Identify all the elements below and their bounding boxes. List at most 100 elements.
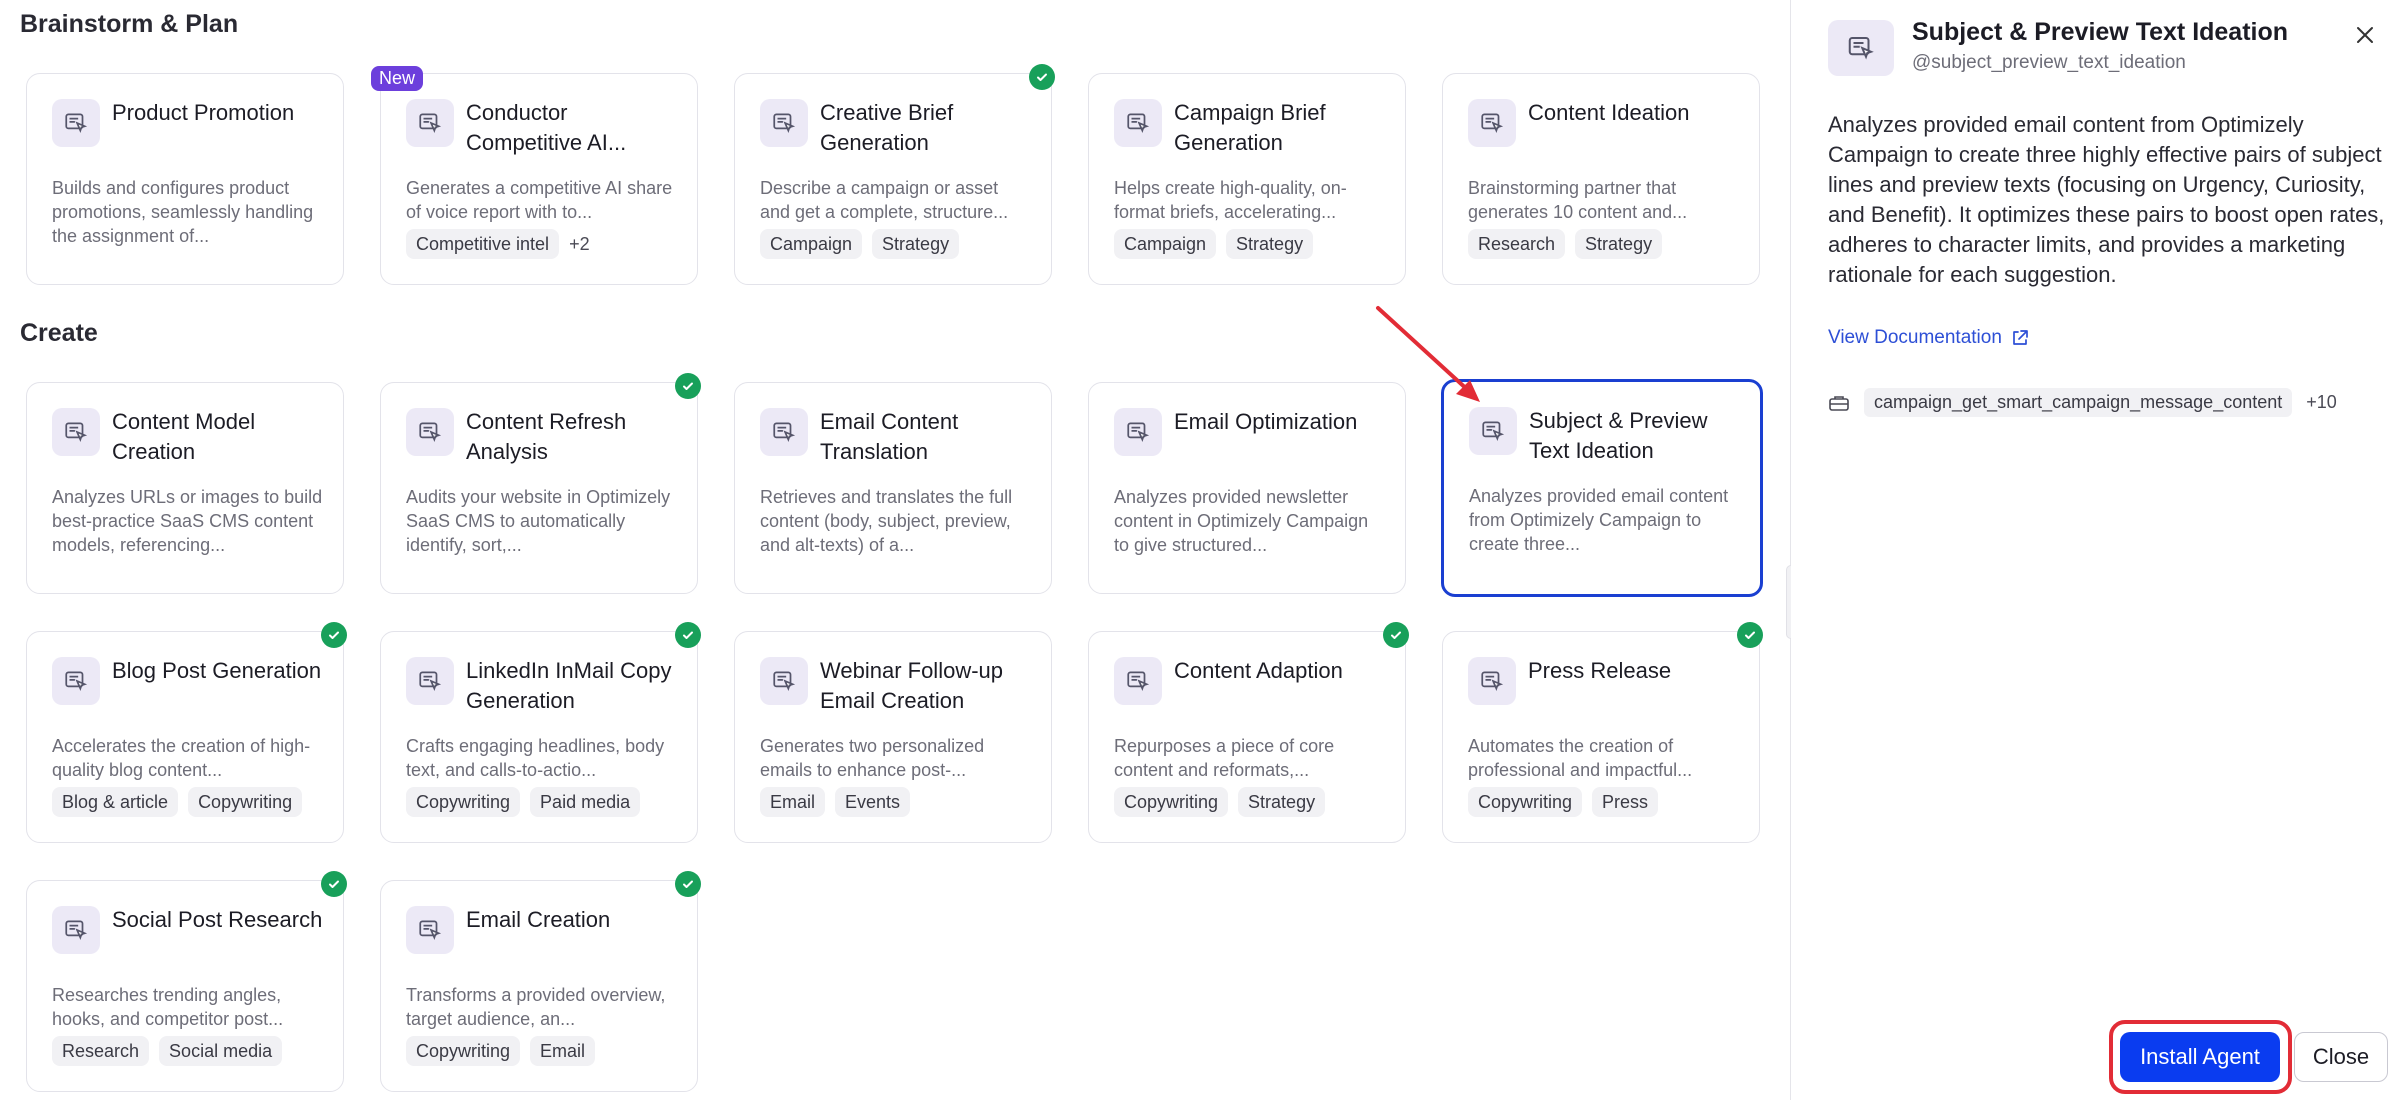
card-title: Content Adaption xyxy=(1174,658,1343,683)
card-description: Helps create high-quality, on-format bri… xyxy=(1114,178,1347,222)
new-badge: New xyxy=(371,66,424,91)
agent-card[interactable]: Content Adaption Repurposes a piece of co… xyxy=(1088,622,1409,843)
card-description: Crafts engaging headlines, body text, an… xyxy=(406,736,665,780)
installed-check-icon xyxy=(675,373,701,399)
agent-icon xyxy=(52,657,100,705)
tag-chip: Events xyxy=(835,787,911,817)
section-title-brainstorm: Brainstorm & Plan xyxy=(20,10,239,38)
agent-icon xyxy=(406,408,454,456)
tag-chip: Research xyxy=(1468,229,1566,259)
agent-card[interactable]: Conductor Competitive AI... Generates a c… xyxy=(371,66,698,285)
agent-icon xyxy=(406,657,454,705)
card-title: Campaign Brief Generation xyxy=(1174,100,1326,155)
card-description: Brainstorming partner that generates 10 … xyxy=(1468,178,1688,222)
card-title: Press Release xyxy=(1528,658,1672,683)
agent-card[interactable]: Email Content Translation Retrieves and t… xyxy=(734,382,1052,594)
agent-icon xyxy=(760,657,808,705)
tool-chip: campaign_get_smart_campaign_message_cont… xyxy=(1864,388,2293,417)
tag-chip: Copywriting xyxy=(406,1036,521,1066)
card-description: Automates the creation of professional a… xyxy=(1468,736,1693,780)
tag-chip: Email xyxy=(760,787,826,817)
installed-check-icon xyxy=(1737,622,1763,648)
card-description: Describe a campaign or asset and get a c… xyxy=(760,178,1009,222)
agent-icon xyxy=(1828,20,1894,76)
card-tags: Campaign Strategy xyxy=(760,229,960,259)
card-title: Email Content Translation xyxy=(820,409,959,464)
card-tags: Email Events xyxy=(760,787,911,817)
card-description: Analyzes URLs or images to build best-pr… xyxy=(52,487,323,555)
tag-chip: Press xyxy=(1592,787,1659,817)
agent-card[interactable]: Campaign Brief Generation Helps create hi… xyxy=(1088,73,1406,285)
card-tags: Research Social media xyxy=(52,1036,283,1066)
agent-icon xyxy=(1114,657,1162,705)
card-tags: Copywriting Press xyxy=(1468,787,1659,817)
agent-card[interactable]: LinkedIn InMail Copy Generation Crafts en… xyxy=(380,622,701,843)
agent-card[interactable]: Social Post Research Researches trending … xyxy=(26,871,347,1092)
card-description: Repurposes a piece of core content and r… xyxy=(1114,736,1335,780)
agent-icon xyxy=(1114,408,1162,456)
tag-chip: Strategy xyxy=(872,229,960,259)
agent-catalog: Brainstorm & Plan Create Product Promoti… xyxy=(0,0,1790,1100)
card-tags: Campaign Strategy xyxy=(1114,229,1314,259)
tag-chip: Copywriting xyxy=(1468,787,1583,817)
tags-more-count: +2 xyxy=(569,233,590,254)
card-tags: Copywriting Email xyxy=(406,1036,596,1066)
installed-check-icon xyxy=(675,622,701,648)
tag-chip: Social media xyxy=(159,1036,283,1066)
external-link-icon xyxy=(2013,330,2028,345)
tag-chip: Copywriting xyxy=(406,787,521,817)
tag-chip: Competitive intel xyxy=(406,229,560,259)
tag-chip: Email xyxy=(530,1036,596,1066)
card-title: Email Creation xyxy=(466,907,611,932)
tag-chip: Copywriting xyxy=(1114,787,1229,817)
card-title: Content Model Creation xyxy=(112,409,256,464)
tag-chip: Copywriting xyxy=(188,787,303,817)
card-description: Transforms a provided overview, target a… xyxy=(406,985,666,1029)
tag-chip: Strategy xyxy=(1226,229,1314,259)
agent-icon xyxy=(760,408,808,456)
agent-card[interactable]: Blog Post Generation Accelerates the crea… xyxy=(26,622,347,843)
agent-card[interactable]: Email Creation Transforms a provided over… xyxy=(380,871,701,1092)
card-description: Builds and configures product promotions… xyxy=(52,178,314,246)
agent-icon xyxy=(1469,407,1517,455)
agent-card[interactable]: Content Ideation Brainstorming partner th… xyxy=(1442,73,1760,285)
card-title: Webinar Follow-up Email Creation xyxy=(820,658,1004,713)
tag-chip: Campaign xyxy=(760,229,863,259)
view-documentation-link[interactable]: View Documentation xyxy=(1828,327,2030,349)
tools-row: campaign_get_smart_campaign_message_cont… xyxy=(1828,388,2337,417)
card-title: Content Ideation xyxy=(1528,100,1690,125)
tag-chip: Research xyxy=(52,1036,150,1066)
card-description: Researches trending angles, hooks, and c… xyxy=(52,985,284,1029)
agent-card[interactable]: Creative Brief Generation Describe a camp… xyxy=(734,64,1055,285)
installed-check-icon xyxy=(1029,64,1055,90)
agent-card[interactable]: Product Promotion Builds and configures p… xyxy=(26,73,344,285)
tag-chip: Strategy xyxy=(1575,229,1663,259)
agent-card[interactable]: Subject & Preview Text Ideation Analyzes … xyxy=(1441,379,1763,597)
agent-card[interactable]: Webinar Follow-up Email Creation Generate… xyxy=(734,631,1052,843)
close-icon[interactable] xyxy=(2350,20,2380,50)
agent-icon xyxy=(1468,657,1516,705)
install-agent-button[interactable]: Install Agent xyxy=(2120,1032,2280,1082)
card-title: Subject & Preview Text Ideation xyxy=(1529,408,1708,463)
card-title: Product Promotion xyxy=(112,100,295,125)
card-description: Generates two personalized emails to enh… xyxy=(760,736,985,780)
card-tags: Copywriting Paid media xyxy=(406,787,641,817)
card-title: Conductor Competitive AI... xyxy=(466,100,627,155)
agent-card[interactable]: Press Release Automates the creation of p… xyxy=(1442,622,1763,843)
tag-chip: Campaign xyxy=(1114,229,1217,259)
agent-detail-panel: Subject & Preview Text Ideation @subject… xyxy=(1791,0,2404,1100)
tools-more-count[interactable]: +10 xyxy=(2306,392,2337,413)
close-button[interactable]: Close xyxy=(2294,1032,2388,1082)
card-tags: Research Strategy xyxy=(1468,229,1663,259)
agent-card[interactable]: Email Optimization Analyzes provided news… xyxy=(1088,382,1406,594)
agent-card[interactable]: Content Model Creation Analyzes URLs or i… xyxy=(26,382,344,594)
agent-icon xyxy=(1114,99,1162,147)
card-title: Blog Post Generation xyxy=(112,658,322,683)
agent-card[interactable]: Content Refresh Analysis Audits your webs… xyxy=(380,373,701,594)
card-description: Analyzes provided newsletter content in … xyxy=(1114,487,1369,555)
card-description: Analyzes provided email content from Opt… xyxy=(1469,486,1729,554)
card-description: Retrieves and translates the full conten… xyxy=(760,487,1013,555)
installed-check-icon xyxy=(321,622,347,648)
section-title-create: Create xyxy=(20,319,98,347)
view-documentation-label: View Documentation xyxy=(1828,327,2002,348)
